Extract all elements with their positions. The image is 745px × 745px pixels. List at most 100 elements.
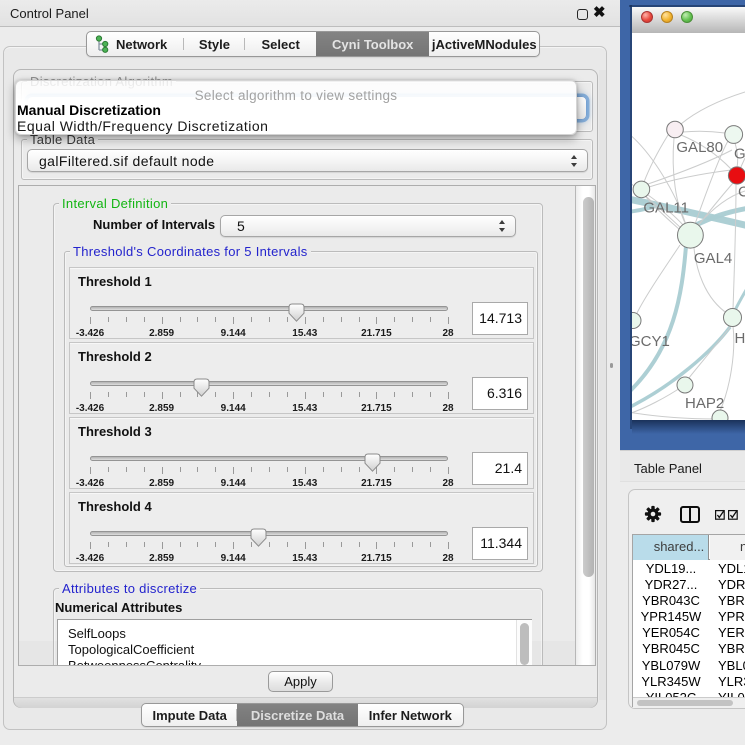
network-window-titlebar[interactable] [632,7,745,33]
attributes-list-scrollbar[interactable] [516,620,532,666]
table-horizontal-scrollbar[interactable] [633,697,745,708]
cell-shared-name[interactable]: YBL079W [633,658,709,674]
cell-name[interactable]: YDR27... [718,577,745,593]
cell-name[interactable]: YLR345W [718,674,745,690]
slider-tick [341,467,342,472]
float-window-icon[interactable] [577,9,588,20]
slider-tick [197,542,198,547]
table-row[interactable]: YER054C YER054C [633,625,745,641]
number-of-intervals-combobox[interactable]: 5 [220,215,516,237]
cell-name[interactable]: YPR145W [718,609,745,625]
table-row[interactable]: YDL19... YDL19... [633,561,745,577]
network-edge[interactable] [644,135,668,182]
tab-impute-data[interactable]: Impute Data [142,704,237,726]
tab-style[interactable]: Style [184,32,246,56]
network-node-gal80[interactable] [667,121,684,138]
cell-name[interactable]: YDL19... [718,561,745,577]
tab-cyni-toolbox[interactable]: Cyni Toolbox [316,32,429,56]
slider-track[interactable] [90,381,448,386]
table-data-combobox[interactable]: galFiltered.sif default node [27,149,588,172]
slider-thumb[interactable] [250,528,267,547]
network-edge[interactable] [681,92,745,124]
apply-button[interactable]: Apply [268,671,333,692]
slider-thumb[interactable] [193,378,210,397]
tab-infer-network[interactable]: Infer Network [358,704,463,726]
slider-thumb[interactable] [288,303,305,322]
select-columns-checkbox-icons[interactable] [715,509,739,521]
network-node-h[interactable] [724,309,742,327]
slider-tick [108,467,109,472]
network-edge[interactable] [733,185,736,309]
cell-name[interactable]: YBL079W [718,658,745,674]
cell-shared-name[interactable]: YIL052C [633,690,709,697]
cell-shared-name[interactable]: YLR345W [633,674,709,690]
dropdown-prompt-item[interactable]: Select algorithm to view settings [16,88,576,103]
slider-track[interactable] [90,456,448,461]
dropdown-item-manual-discretization[interactable]: Manual Discretization [17,103,161,118]
network-node-gal11[interactable] [633,181,650,198]
close-icon[interactable]: ✖ [593,3,606,21]
slider-track[interactable] [90,306,448,311]
zoom-traffic-light-icon[interactable] [681,11,693,23]
network-edge[interactable] [637,245,680,313]
close-traffic-light-icon[interactable] [641,11,653,23]
list-item[interactable]: TopologicalCoefficient [68,642,194,657]
dropdown-item-equal-width-frequency[interactable]: Equal Width/Frequency Discretization [17,119,268,134]
number-of-intervals-label: Number of Intervals [93,217,215,232]
slider-tick [323,317,324,322]
cell-shared-name[interactable]: YPR145W [633,609,709,625]
cell-shared-name[interactable]: YER054C [633,625,709,641]
cell-name[interactable]: YBR043C [718,593,745,609]
threshold-value-field[interactable]: 11.344 [472,527,528,560]
list-item[interactable]: SelfLoops [68,626,126,641]
column-header-name[interactable]: name [710,535,745,560]
list-item[interactable]: BetweennessCentrality [68,658,201,666]
network-edge[interactable] [632,412,716,419]
cell-shared-name[interactable]: YDR27... [633,577,709,593]
cell-name[interactable]: YIL052C [718,690,745,697]
threshold-label: Threshold 2 [78,349,152,364]
slider-track[interactable] [90,531,448,536]
cell-shared-name[interactable]: YBR043C [633,593,709,609]
network-node-gcy1[interactable] [632,313,641,329]
slider-tick [180,392,181,397]
table-row[interactable]: YBR043C YBR043C [633,593,745,609]
table-row[interactable]: YBR045C YBR045C [633,641,745,657]
scrollbar-thumb[interactable] [583,197,594,577]
cell-name[interactable]: YER054C [718,625,745,641]
numerical-attributes-list[interactable]: SelfLoops TopologicalCoefficient Between… [57,619,532,666]
table-row[interactable]: YPR145W YPR145W [633,609,745,625]
network-edge[interactable] [685,326,731,383]
table-row[interactable]: YIL052C YIL052C [633,690,745,697]
network-node-gal4[interactable] [678,222,704,248]
network-node-hap2[interactable] [677,377,693,393]
table-row[interactable]: YBL079W YBL079W [633,658,745,674]
network-node-ga[interactable] [725,126,743,144]
threshold-value-field[interactable]: 14.713 [472,302,528,335]
column-header-shared-name[interactable]: shared... [633,535,709,560]
network-node-c[interactable] [728,167,745,184]
table-row[interactable]: YDR27... YDR27... [633,577,745,593]
split-pane-handle[interactable] [610,363,613,368]
threshold-value-field[interactable]: 6.316 [472,377,528,410]
tab-jactivemnodules[interactable]: jActiveMNodules [429,32,539,56]
slider-thumb[interactable] [364,453,381,472]
tab-discretize-data[interactable]: Discretize Data [237,704,357,726]
split-view-icon[interactable] [680,506,700,523]
minimize-traffic-light-icon[interactable] [661,11,673,23]
tab-network[interactable]: Network [87,32,184,56]
gear-icon[interactable] [643,504,663,524]
network-canvas[interactable]: GAL80GACGAL11GAL4GCY1HHAP2 [632,33,745,420]
threshold-value-field[interactable]: 21.4 [472,452,528,485]
table-row[interactable]: YLR345W YLR345W [633,674,745,690]
cell-name[interactable]: YBR045C [718,641,745,657]
cell-shared-name[interactable]: YBR045C [633,641,709,657]
tab-select[interactable]: Select [245,32,316,56]
table-panel: shared... name YDL19...YDL19...YDR27...Y… [628,489,745,709]
network-edge[interactable] [683,131,725,133]
settings-vertical-scrollbar[interactable] [575,186,595,665]
network-node-label: GAL11 [643,200,689,217]
scrollbar-thumb[interactable] [637,700,733,706]
scrollbar-thumb[interactable] [520,623,529,665]
cell-shared-name[interactable]: YDL19... [633,561,709,577]
